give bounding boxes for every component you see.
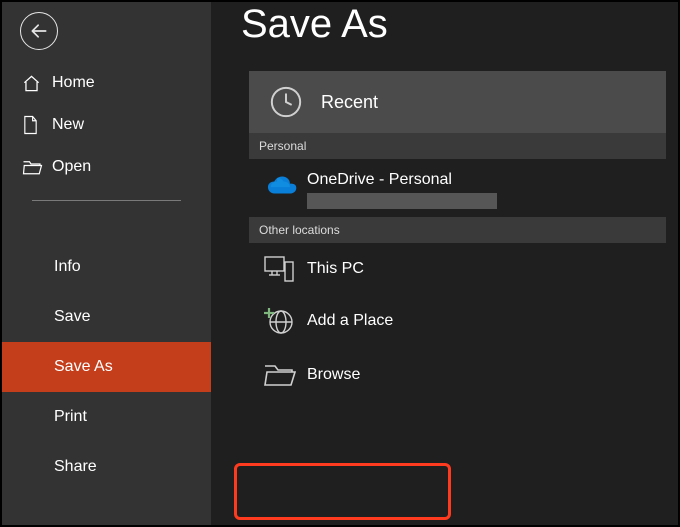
nav-divider [32,200,181,201]
location-recent-label: Recent [321,92,378,113]
add-place-label: Add a Place [307,312,393,330]
location-onedrive[interactable]: OneDrive - Personal [249,159,666,217]
nav-open-label: Open [52,158,211,176]
location-add-place[interactable]: Add a Place [249,295,666,347]
nav-home[interactable]: Home [2,62,211,104]
onedrive-title: OneDrive - Personal [307,171,497,189]
nav-share-label: Share [54,458,97,476]
home-icon [22,74,52,93]
document-icon [22,115,52,135]
locations-panel: Recent Personal OneDrive - Personal Othe… [249,71,666,403]
nav-share[interactable]: Share [2,442,211,492]
primary-nav: Home New Open [2,62,211,209]
nav-save[interactable]: Save [2,292,211,342]
clock-icon [269,85,303,119]
secondary-nav: Info Save Save As Print Share [2,242,211,492]
add-place-icon [263,306,307,336]
onedrive-icon [263,171,307,197]
nav-new[interactable]: New [2,104,211,146]
section-other-locations: Other locations [249,217,666,243]
nav-print-label: Print [54,408,87,426]
back-button[interactable] [20,12,58,50]
main-content: Save As Recent Personal OneDriv [211,2,678,525]
browse-folder-icon [263,361,307,389]
nav-save-as[interactable]: Save As [2,342,211,392]
onedrive-account-redacted [307,193,497,209]
nav-info-label: Info [54,258,81,276]
section-personal: Personal [249,133,666,159]
location-recent[interactable]: Recent [249,71,666,133]
nav-open[interactable]: Open [2,146,211,188]
nav-info[interactable]: Info [2,242,211,292]
nav-save-as-label: Save As [54,358,113,376]
backstage-sidebar: Home New Open [2,2,211,525]
nav-print[interactable]: Print [2,392,211,442]
location-this-pc[interactable]: This PC [249,243,666,295]
nav-save-label: Save [54,308,90,326]
this-pc-icon [263,254,307,284]
page-title: Save As [241,2,678,71]
onedrive-text: OneDrive - Personal [307,171,497,209]
back-arrow-icon [29,21,49,41]
browse-label: Browse [307,366,360,384]
this-pc-label: This PC [307,260,364,278]
folder-open-icon [22,158,52,176]
nav-home-label: Home [52,74,211,92]
backstage-view: Home New Open [0,0,680,527]
nav-new-label: New [52,116,211,134]
location-browse[interactable]: Browse [249,347,666,403]
